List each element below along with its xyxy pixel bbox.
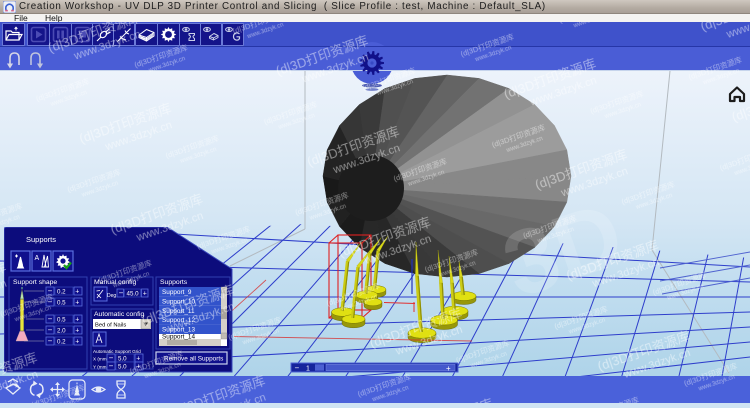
svg-text:Supports: Supports (26, 235, 56, 244)
svg-text:2.0: 2.0 (57, 327, 66, 334)
svg-text:Automatic config: Automatic config (94, 311, 144, 318)
svg-text:−: − (48, 287, 53, 296)
svg-text:+: + (136, 356, 140, 363)
svg-text:+: + (75, 339, 79, 346)
svg-text:Remove all Supports: Remove all Supports (164, 356, 223, 363)
svg-text:−: − (48, 298, 53, 307)
svg-text:Manual config: Manual config (94, 279, 137, 286)
svg-text:+: + (75, 289, 79, 296)
svg-text:+: + (75, 328, 79, 335)
svg-text:Deg: Deg (107, 293, 116, 299)
svg-text:0.2: 0.2 (57, 288, 66, 295)
svg-text:−: − (48, 315, 53, 324)
svg-text:Bed of Nails: Bed of Nails (95, 323, 126, 329)
svg-text:−: − (119, 289, 124, 298)
svg-text:45.0: 45.0 (127, 290, 140, 297)
svg-text:+: + (136, 364, 140, 371)
svg-text:A: A (35, 255, 40, 262)
svg-text:1: 1 (306, 366, 310, 373)
svg-text:Support_14: Support_14 (162, 333, 195, 340)
svg-text:+: + (143, 291, 147, 298)
svg-text:−: − (48, 337, 53, 346)
svg-text:0.5: 0.5 (57, 316, 66, 323)
svg-text:5.0: 5.0 (118, 355, 127, 362)
svg-text:+: + (75, 317, 79, 324)
svg-text:5.0: 5.0 (118, 363, 127, 370)
svg-text:X (mm): X (mm) (93, 357, 109, 362)
svg-text:Support_11: Support_11 (162, 308, 195, 315)
svg-text:Support_12: Support_12 (162, 317, 195, 324)
svg-text:0.2: 0.2 (57, 338, 66, 345)
svg-text:−: − (295, 364, 300, 373)
svg-text:0.5: 0.5 (57, 299, 66, 306)
svg-text:Support_10: Support_10 (162, 298, 195, 305)
svg-text:Support shape: Support shape (13, 279, 57, 286)
svg-text:+: + (75, 300, 79, 307)
svg-text:+: + (446, 364, 451, 373)
svg-text:−: − (48, 326, 53, 335)
svg-text:Support_9: Support_9 (162, 289, 192, 296)
svg-text:Automatic Support Grid: Automatic Support Grid (93, 349, 141, 354)
svg-text:Supports: Supports (160, 279, 188, 286)
svg-text:−: − (109, 362, 114, 371)
svg-text:Y (mm): Y (mm) (93, 365, 108, 370)
